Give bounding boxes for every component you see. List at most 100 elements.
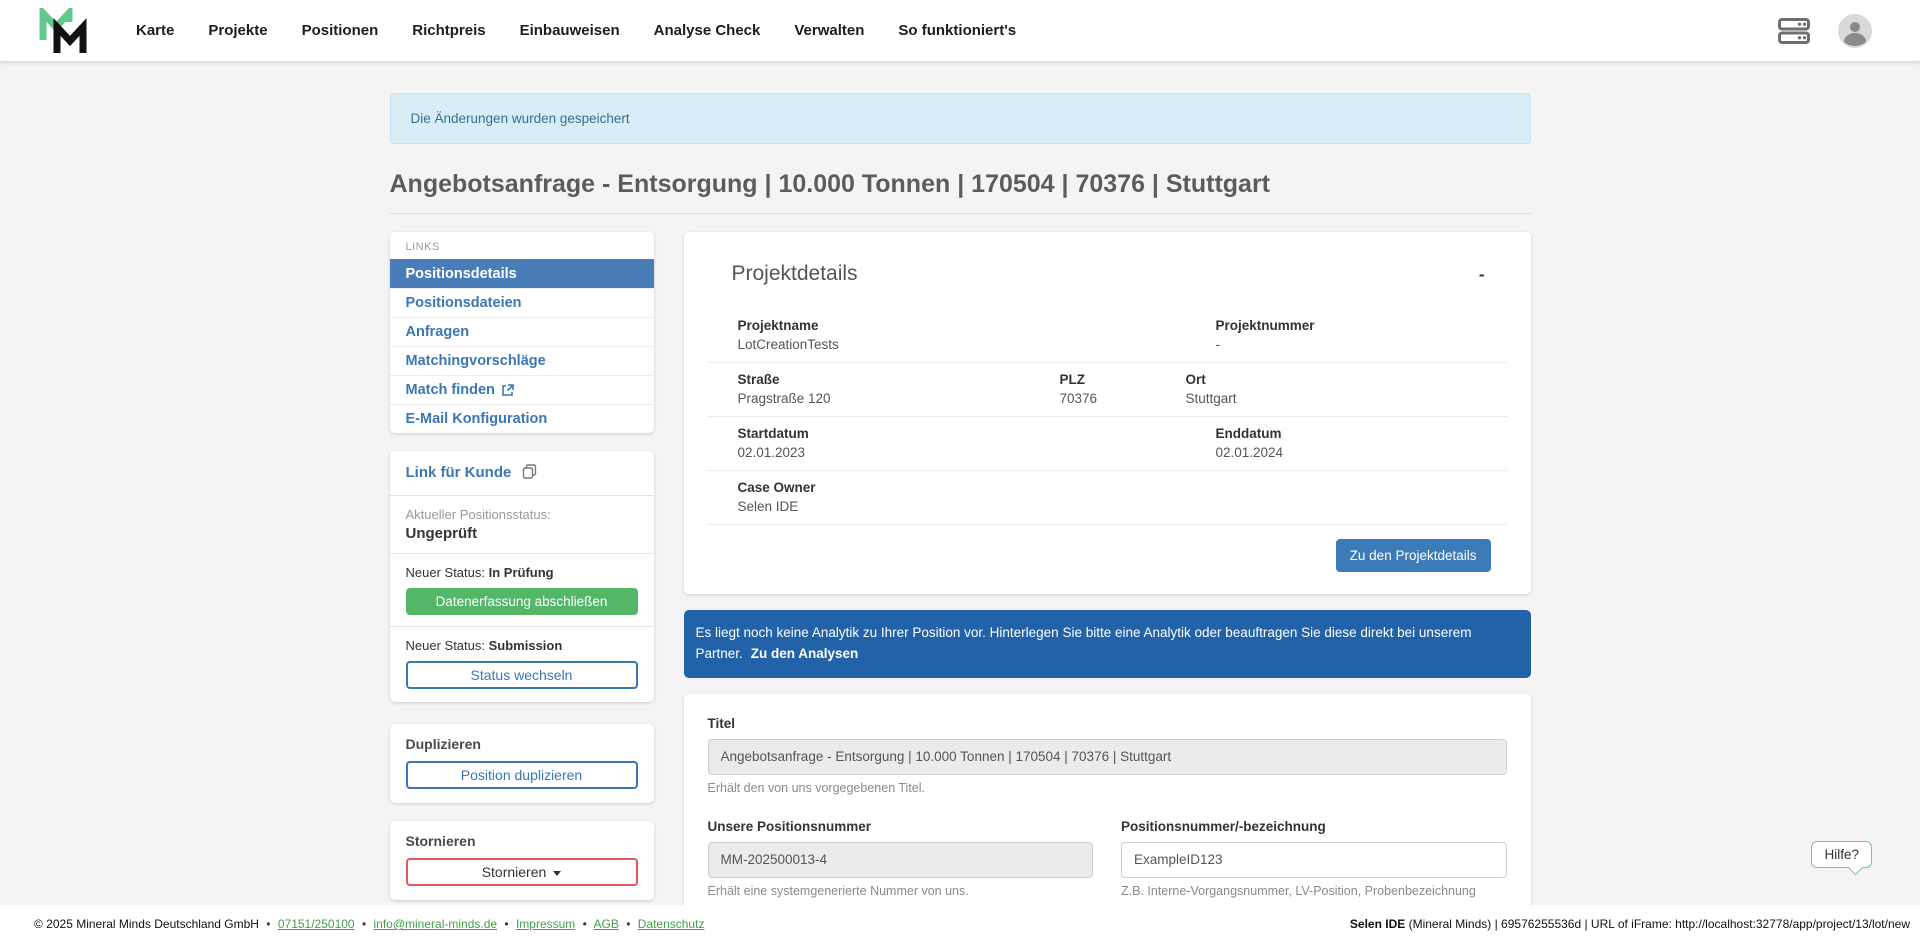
position-number-input[interactable]: [1121, 842, 1507, 878]
nav-item-so-funktionierts[interactable]: So funktioniert's: [881, 0, 1033, 61]
field-value: Selen IDE: [738, 499, 1507, 514]
go-to-project-details-button[interactable]: Zu den Projektdetails: [1336, 539, 1491, 572]
footer-separator: •: [266, 917, 270, 931]
our-position-number-help: Erhält eine systemgenerierte Nummer von …: [708, 884, 1094, 898]
titel-input[interactable]: [708, 739, 1507, 775]
top-navbar: Karte Projekte Positionen Richtpreis Ein…: [0, 0, 1920, 61]
main-column: Projektdetails - Projektname LotCreation…: [684, 232, 1531, 938]
sidebar-item-label: Matchingvorschläge: [406, 353, 546, 369]
nav-item-richtpreis[interactable]: Richtpreis: [395, 0, 502, 61]
nav-item-einbauweisen[interactable]: Einbauweisen: [503, 0, 637, 61]
field-enddatum: Enddatum 02.01.2024: [1186, 426, 1507, 460]
nav-item-analyse-check[interactable]: Analyse Check: [637, 0, 778, 61]
sidebar-item-label: E-Mail Konfiguration: [406, 411, 548, 427]
project-details-title: Projektdetails: [732, 262, 858, 286]
switch-status-button[interactable]: Status wechseln: [406, 661, 638, 689]
footer-link-impressum[interactable]: Impressum: [516, 917, 575, 931]
field-value: Pragstraße 120: [738, 391, 1060, 406]
status-panel: Link für Kunde Aktueller Positionsstatus…: [390, 451, 654, 702]
new-status-prefix: Neuer Status:: [406, 565, 486, 580]
project-details-card: Projektdetails - Projektname LotCreation…: [684, 232, 1531, 594]
page-content: Die Änderungen wurden gespeichert Angebo…: [390, 93, 1531, 938]
analytics-banner: Es liegt noch keine Analytik zu Ihrer Po…: [684, 610, 1531, 678]
cancel-dropdown-button[interactable]: Stornieren: [406, 858, 638, 886]
sidebar-item-match-finden[interactable]: Match finden: [390, 375, 654, 404]
field-case-owner: Case Owner Selen IDE: [708, 480, 1507, 514]
our-position-number-input[interactable]: [708, 842, 1094, 878]
footer-separator: •: [583, 917, 587, 931]
sidebar-item-matchingvorschlaege[interactable]: Matchingvorschläge: [390, 346, 654, 375]
field-value: 02.01.2024: [1216, 445, 1507, 460]
customer-link[interactable]: Link für Kunde: [406, 464, 512, 481]
sidebar: LINKS Positionsdetails Positionsdateien …: [390, 232, 654, 918]
nav-item-positionen[interactable]: Positionen: [285, 0, 396, 61]
copyright-text: © 2025 Mineral Minds Deutschland GmbH: [34, 917, 259, 931]
sidebar-item-anfragen[interactable]: Anfragen: [390, 317, 654, 346]
field-label: Case Owner: [738, 480, 1507, 495]
external-link-icon: [501, 384, 514, 397]
field-value: 02.01.2023: [738, 445, 1186, 460]
duplicate-position-button[interactable]: Position duplizieren: [406, 761, 638, 789]
footer-separator: •: [504, 917, 508, 931]
new-status-target: Submission: [489, 638, 563, 653]
copy-icon[interactable]: [522, 466, 537, 483]
nav-item-karte[interactable]: Karte: [119, 0, 191, 61]
position-number-label: Positionsnummer/-bezeichnung: [1121, 819, 1507, 834]
titel-help: Erhält den von uns vorgegebenen Titel.: [708, 781, 1507, 795]
sidebar-item-label: Anfragen: [406, 324, 470, 340]
our-position-number-group: Unsere Positionsnummer Erhält eine syste…: [708, 819, 1094, 898]
server-icon[interactable]: [1778, 18, 1810, 44]
sidebar-item-positionsdetails[interactable]: Positionsdetails: [390, 259, 654, 288]
app-logo[interactable]: [37, 8, 91, 54]
navbar-actions: [1778, 14, 1920, 48]
field-label: Enddatum: [1216, 426, 1507, 441]
duplicate-panel-title: Duplizieren: [406, 736, 638, 752]
nav-item-projekte[interactable]: Projekte: [191, 0, 284, 61]
sidebar-item-label: Positionsdateien: [406, 295, 522, 311]
field-value: Stuttgart: [1186, 391, 1507, 406]
field-plz: PLZ 70376: [1060, 372, 1186, 406]
field-startdatum: Startdatum 02.01.2023: [708, 426, 1186, 460]
footer-link-datenschutz[interactable]: Datenschutz: [638, 917, 705, 931]
new-status-line: Neuer Status: In Prüfung: [406, 565, 638, 580]
page-title: Angebotsanfrage - Entsorgung | 10.000 To…: [390, 170, 1531, 214]
collapse-button[interactable]: -: [1473, 262, 1491, 287]
footer-user: Selen IDE: [1350, 917, 1405, 931]
nav-item-verwalten[interactable]: Verwalten: [777, 0, 881, 61]
footer-link-agb[interactable]: AGB: [594, 917, 619, 931]
titel-label: Titel: [708, 716, 1507, 731]
field-value: LotCreationTests: [738, 337, 1186, 352]
field-label: Ort: [1186, 372, 1507, 387]
footer-session-info: Selen IDE (Mineral Minds) | 69576255536d…: [1350, 917, 1910, 931]
sidebar-item-email-konfiguration[interactable]: E-Mail Konfiguration: [390, 404, 654, 433]
field-label: Projektnummer: [1216, 318, 1507, 333]
field-label: Projektname: [738, 318, 1186, 333]
sidebar-item-positionsdateien[interactable]: Positionsdateien: [390, 288, 654, 317]
sidebar-item-label: Positionsdetails: [406, 266, 517, 282]
footer-separator: •: [626, 917, 630, 931]
field-projektname: Projektname LotCreationTests: [708, 318, 1186, 352]
project-fields: Projektname LotCreationTests Projektnumm…: [708, 309, 1507, 525]
links-panel: LINKS Positionsdetails Positionsdateien …: [390, 232, 654, 433]
divider: [390, 626, 654, 627]
position-number-group: Positionsnummer/-bezeichnung Z.B. Intern…: [1121, 819, 1507, 898]
footer-session-details: (Mineral Minds) | 69576255536d | URL of …: [1405, 917, 1910, 931]
current-status-label: Aktueller Positionsstatus:: [406, 507, 638, 522]
user-avatar-icon[interactable]: [1838, 14, 1872, 48]
help-button[interactable]: Hilfe?: [1811, 841, 1872, 868]
footer: © 2025 Mineral Minds Deutschland GmbH • …: [0, 905, 1920, 943]
new-status-line: Neuer Status: Submission: [406, 638, 638, 653]
footer-link-email[interactable]: info@mineral-minds.de: [373, 917, 497, 931]
field-label: PLZ: [1060, 372, 1186, 387]
new-status-prefix: Neuer Status:: [406, 638, 486, 653]
our-position-number-label: Unsere Positionsnummer: [708, 819, 1094, 834]
current-status-value: Ungeprüft: [406, 525, 638, 542]
position-form-card: Titel Erhält den von uns vorgegebenen Ti…: [684, 694, 1531, 938]
finish-data-entry-button[interactable]: Datenerfassung abschließen: [406, 588, 638, 615]
caret-down-icon: [553, 871, 561, 876]
footer-link-phone[interactable]: 07151/250100: [278, 917, 355, 931]
cancel-panel-title: Stornieren: [406, 833, 638, 849]
links-header: LINKS: [390, 232, 654, 259]
field-strasse: Straße Pragstraße 120: [708, 372, 1060, 406]
go-to-analyses-link[interactable]: Zu den Analysen: [751, 646, 859, 661]
